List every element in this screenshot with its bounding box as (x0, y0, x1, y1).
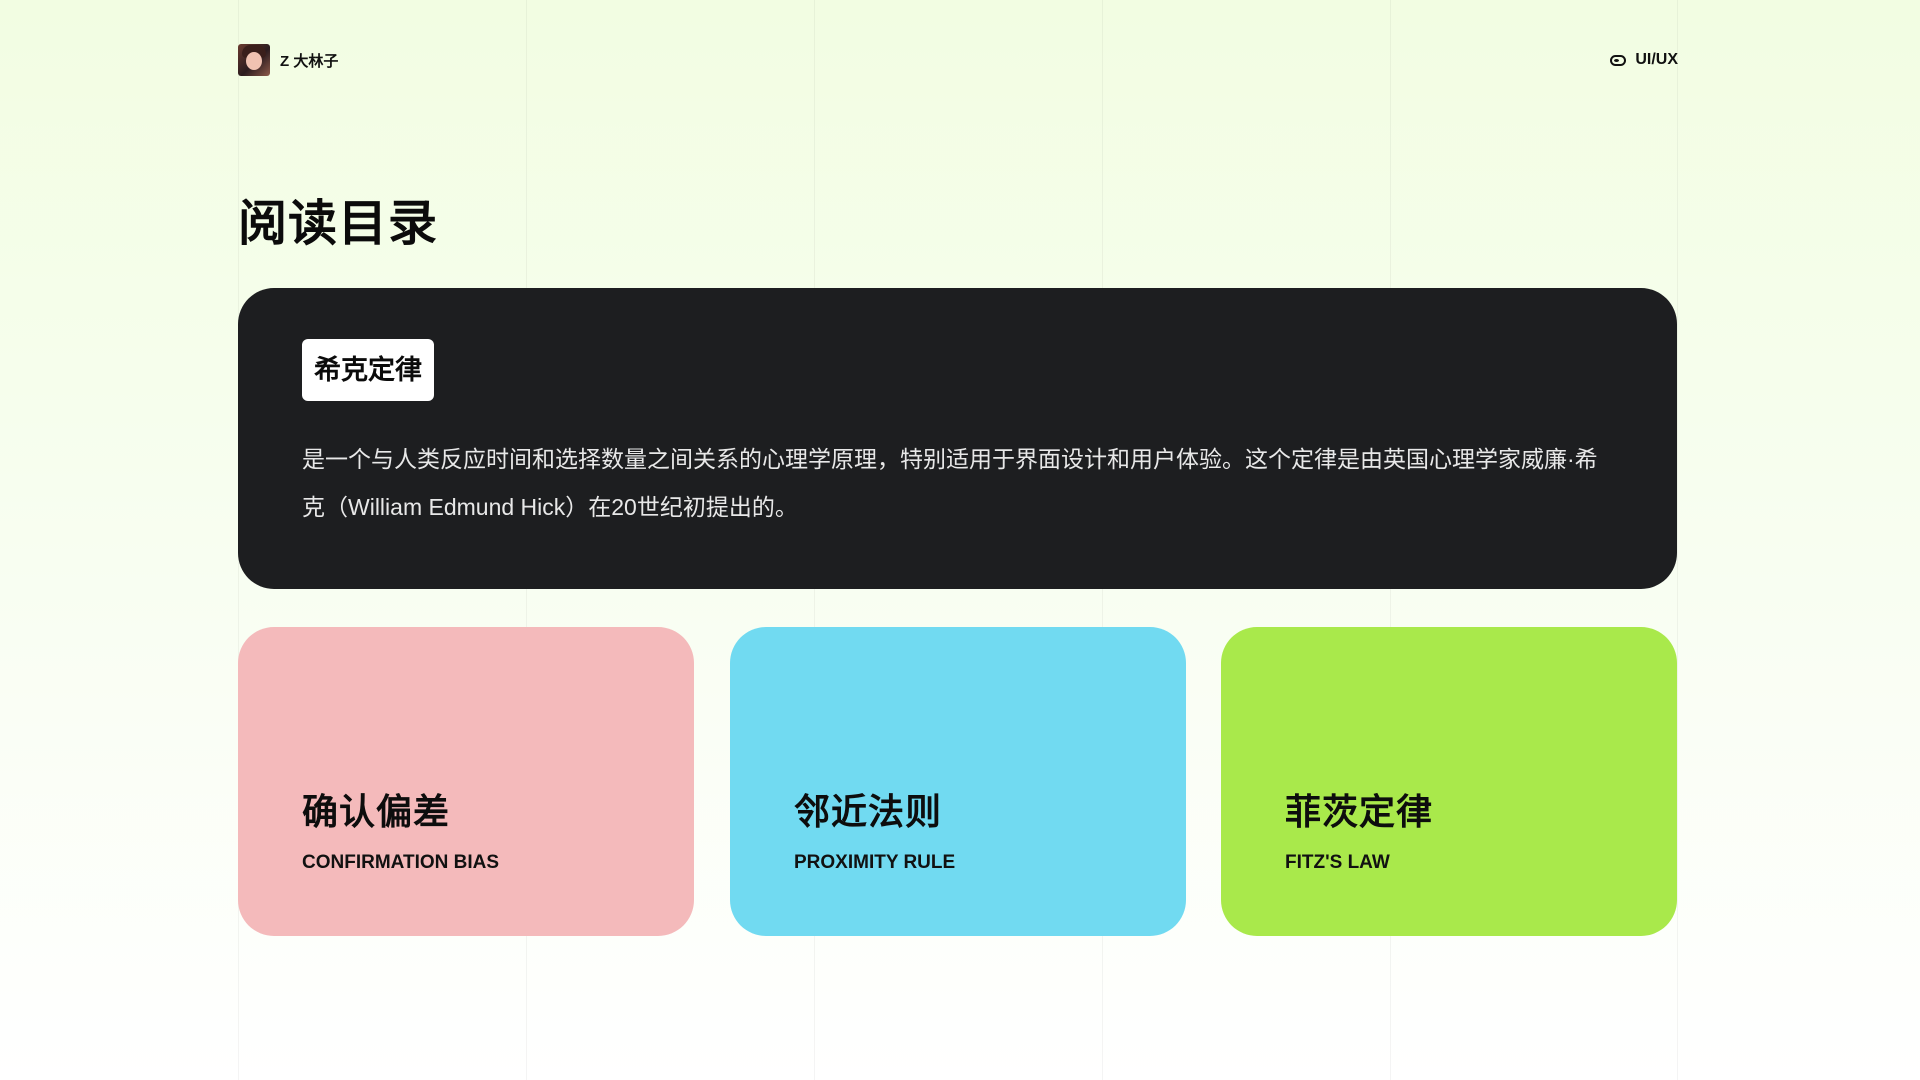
top-header: Z 大林子 UI/UX (238, 43, 1678, 77)
avatar[interactable] (238, 44, 270, 76)
topic-card-subtitle: CONFIRMATION BIAS (302, 852, 500, 873)
topic-card-subtitle: FITZ'S LAW (1285, 852, 1390, 873)
avatar-face (246, 52, 262, 70)
category-tag-label: UI/UX (1635, 51, 1678, 68)
featured-card[interactable]: 希克定律 是一个与人类反应时间和选择数量之间关系的心理学原理，特别适用于界面设计… (238, 288, 1677, 589)
topic-card-fitts-law[interactable]: 菲茨定律 FITZ'S LAW (1221, 627, 1677, 936)
topic-card-proximity-rule[interactable]: 邻近法则 PROXIMITY RULE (730, 627, 1186, 936)
toggle-icon (1610, 54, 1627, 66)
topic-card-subtitle: PROXIMITY RULE (794, 852, 956, 873)
page-title: 阅读目录 (238, 197, 439, 251)
topic-card-title: 菲茨定律 (1285, 791, 1434, 832)
featured-card-title: 希克定律 (302, 339, 434, 401)
topic-card-confirmation-bias[interactable]: 确认偏差 CONFIRMATION BIAS (238, 627, 694, 936)
topic-card-title: 邻近法则 (794, 791, 943, 832)
featured-card-description: 是一个与人类反应时间和选择数量之间关系的心理学原理，特别适用于界面设计和用户体验… (302, 446, 1598, 520)
category-tag[interactable]: UI/UX (1610, 51, 1678, 69)
brand[interactable]: Z 大林子 (238, 44, 338, 76)
topic-card-list: 确认偏差 CONFIRMATION BIAS 邻近法则 PROXIMITY RU… (238, 627, 1678, 936)
topic-card-title: 确认偏差 (302, 791, 451, 832)
brand-name[interactable]: Z 大林子 (280, 50, 338, 71)
